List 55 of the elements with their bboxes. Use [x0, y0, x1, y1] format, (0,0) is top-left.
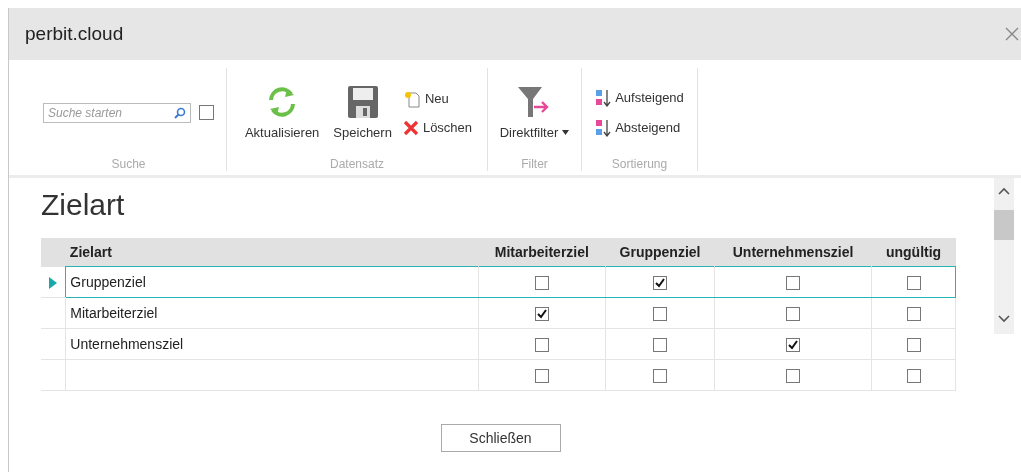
checkmark-icon — [788, 340, 798, 351]
sort-ascending-icon — [595, 88, 612, 107]
dropdown-caret-icon — [562, 130, 570, 135]
window-title: perbit.cloud — [25, 23, 124, 45]
scroll-down-icon[interactable] — [997, 314, 1011, 324]
new-button[interactable]: Neu — [402, 89, 473, 108]
checkbox[interactable] — [534, 276, 549, 291]
column-header: ungültig — [871, 238, 956, 267]
checkbox[interactable] — [534, 307, 549, 322]
column-header: Gruppenziel — [605, 238, 715, 267]
checkbox[interactable] — [786, 276, 800, 291]
scroll-thumb[interactable] — [994, 210, 1014, 240]
checkbox[interactable] — [906, 307, 921, 322]
checkbox[interactable] — [653, 276, 667, 291]
group-label: Suche — [111, 157, 146, 171]
checkbox[interactable] — [534, 369, 549, 384]
checkbox[interactable] — [786, 307, 800, 322]
group-label: Sortierung — [611, 157, 668, 171]
new-document-icon — [402, 89, 421, 108]
checkbox[interactable] — [906, 276, 921, 291]
scroll-up-icon[interactable] — [997, 186, 1011, 196]
table-cell[interactable]: Gruppenziel — [65, 266, 479, 298]
search-box[interactable]: Suche starten — [43, 102, 191, 123]
checkbox[interactable] — [653, 338, 667, 353]
column-header: Zielart — [65, 238, 479, 267]
column-header: Unternehmensziel — [714, 238, 872, 267]
direct-filter-button[interactable]: Direktfilter — [496, 81, 573, 144]
scrollbar[interactable] — [994, 178, 1014, 334]
save-button[interactable]: Speichern — [330, 81, 395, 144]
refresh-button[interactable]: Aktualisieren — [241, 81, 323, 144]
checkmark-icon — [655, 278, 665, 289]
checkmark-icon — [536, 309, 547, 320]
search-icon — [174, 106, 186, 119]
column-header: Mitarbeiterziel — [478, 238, 606, 267]
sort-descending-icon — [595, 118, 612, 137]
checkbox[interactable] — [786, 369, 800, 384]
checkbox[interactable] — [199, 105, 214, 120]
checkbox[interactable] — [906, 369, 921, 384]
checkbox[interactable] — [653, 307, 667, 322]
checkbox[interactable] — [906, 338, 921, 353]
page-title: Zielart — [41, 188, 126, 222]
sort-descending-button[interactable]: Absteigend — [595, 118, 684, 137]
delete-button[interactable]: Löschen — [402, 119, 473, 136]
checkbox[interactable] — [653, 369, 667, 384]
group-label: Filter — [521, 157, 548, 171]
group-label: Datensatz — [330, 157, 384, 171]
close-icon — [402, 119, 419, 136]
close-dialog-button[interactable]: Schließen — [440, 424, 561, 452]
checkbox[interactable] — [534, 338, 549, 353]
checkbox[interactable] — [786, 338, 800, 353]
sort-ascending-button[interactable]: Aufsteigend — [595, 88, 684, 107]
table-cell[interactable]: Mitarbeiterziel — [65, 297, 479, 329]
row-indicator-icon — [49, 277, 58, 290]
table-cell[interactable] — [65, 359, 479, 391]
table-cell[interactable]: Unternehmensziel — [65, 328, 479, 360]
